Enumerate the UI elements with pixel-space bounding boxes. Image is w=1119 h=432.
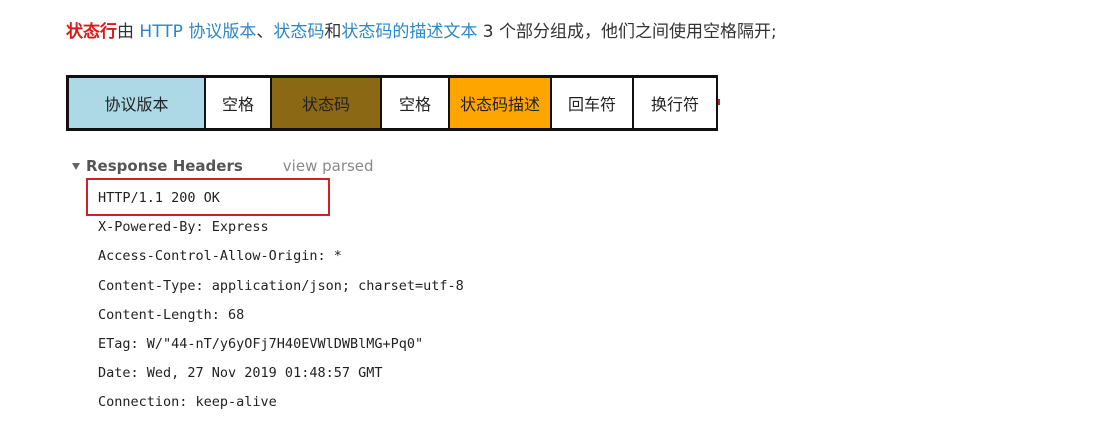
- header-line: ETag: W/"44-nT/y6yOFj7H40EVWlDWBlMG+Pq0": [98, 336, 424, 353]
- status-line-highlight-box: [86, 178, 330, 216]
- header-line: X-Powered-By: Express: [98, 219, 269, 236]
- diagram-edge-mark: [718, 99, 720, 105]
- status-text-link[interactable]: 状态码的描述文本: [341, 22, 477, 42]
- diagram-cell-space: 空格: [204, 75, 270, 131]
- view-parsed-link[interactable]: view parsed: [283, 157, 374, 175]
- header-line: Content-Length: 68: [98, 306, 245, 323]
- intro-paragraph: 状态行由 HTTP 协议版本、状态码和状态码的描述文本 3 个部分组成，他们之间…: [66, 18, 777, 46]
- triangle-down-icon[interactable]: [72, 163, 80, 170]
- response-header-list: HTTP/1.1 200 OK X-Powered-By: Express Ac…: [98, 184, 464, 418]
- header-line: Access-Control-Allow-Origin: *: [98, 248, 342, 265]
- diagram-cell-space: 空格: [380, 75, 448, 131]
- header-line: Date: Wed, 27 Nov 2019 01:48:57 GMT: [98, 365, 383, 382]
- header-line: Connection: keep-alive: [98, 394, 277, 411]
- status-line-term: 状态行: [66, 22, 117, 42]
- diagram-cell-carriage-return: 回车符: [550, 75, 632, 131]
- status-line-diagram: 协议版本 空格 状态码 空格 状态码描述 回车符 换行符: [66, 75, 718, 131]
- diagram-cell-status-description: 状态码描述: [448, 75, 550, 131]
- diagram-cell-status-code: 状态码: [270, 75, 380, 131]
- http-version-link[interactable]: HTTP 协议版本: [139, 22, 256, 42]
- status-code-link[interactable]: 状态码: [273, 22, 324, 42]
- intro-text-rest: 3 个部分组成，他们之间使用空格隔开;: [477, 22, 777, 42]
- header-line: Content-Type: application/json; charset=…: [98, 277, 464, 294]
- response-headers-toggle[interactable]: Response Headers view parsed: [72, 155, 532, 177]
- response-headers-panel: Response Headers view parsed HTTP/1.1 20…: [72, 155, 532, 410]
- intro-text-and: 和: [324, 22, 342, 42]
- intro-text-by: 由: [117, 22, 140, 42]
- diagram-cell-protocol-version: 协议版本: [66, 75, 204, 131]
- response-headers-title: Response Headers: [86, 157, 243, 175]
- intro-separator: 、: [256, 22, 274, 42]
- diagram-cell-line-feed: 换行符: [632, 75, 718, 131]
